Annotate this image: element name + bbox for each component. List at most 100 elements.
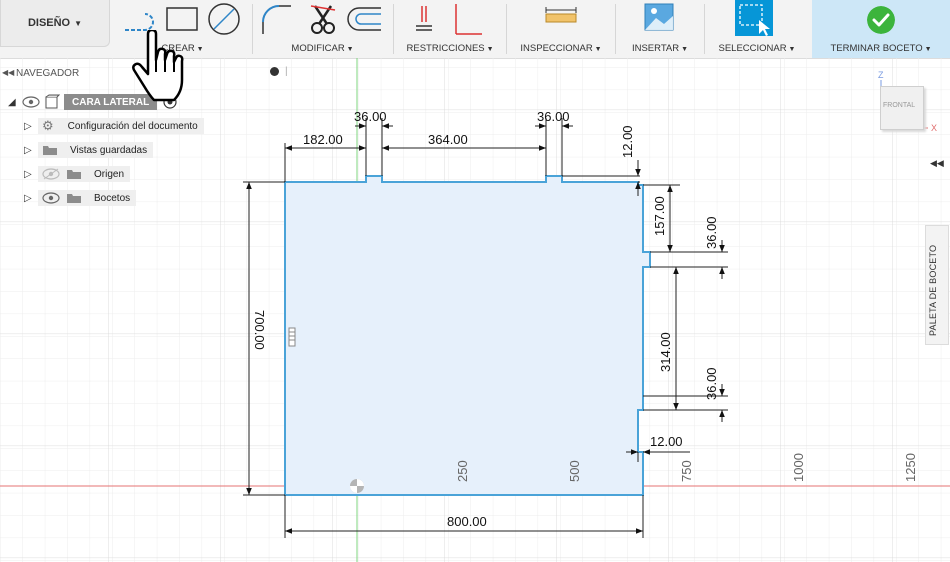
hand-cursor-icon: [132, 30, 184, 102]
chevron-down-icon: ▼: [344, 46, 354, 53]
select-tools: [735, 0, 773, 36]
offset-tool-icon[interactable]: [347, 7, 381, 31]
gear-icon: ⚙: [42, 118, 54, 133]
navigator-item-label: Origen: [94, 168, 125, 180]
expand-triangle-icon[interactable]: ◢: [8, 97, 22, 108]
workspace-design-button[interactable]: DISEÑO ▼: [0, 0, 110, 47]
insert-group[interactable]: INSERTAR ▼: [618, 0, 702, 58]
inspect-group[interactable]: INSPECCIONAR ▼: [509, 0, 613, 58]
constraints-label: RESTRICCIONES: [406, 43, 485, 54]
chevron-down-icon: ▼: [679, 46, 689, 53]
finish-text: TERMINAR BOCETO: [830, 43, 923, 54]
expand-triangle-icon[interactable]: ▷: [24, 193, 38, 204]
arc-tool-icon[interactable]: [125, 13, 154, 31]
constraint-tools: [416, 4, 482, 35]
fix-constraint-icon[interactable]: [455, 4, 482, 35]
measure-ruler-icon[interactable]: [545, 7, 577, 23]
separator: [704, 4, 705, 54]
expand-palette-icon[interactable]: ◀◀: [930, 158, 944, 169]
dimension-314[interactable]: 314.00: [658, 332, 673, 372]
dimension-157[interactable]: 157.00: [652, 196, 667, 236]
group-label: MODIFICAR ▼: [255, 43, 390, 54]
circle-tool-icon[interactable]: [208, 3, 240, 35]
axis-tick-label: 500: [567, 460, 582, 482]
axis-tick-label: 1000: [791, 453, 806, 482]
axis-x-label: X: [931, 123, 937, 133]
navigator-item-doc-settings[interactable]: ▷ ⚙ Configuración del documento: [24, 117, 204, 135]
chevron-down-icon: ▼: [74, 18, 83, 28]
pin-icon[interactable]: [270, 67, 279, 76]
axis-tick-label: 250: [455, 460, 470, 482]
dimension-364[interactable]: 364.00: [428, 132, 468, 147]
insert-image-icon[interactable]: [644, 3, 674, 31]
navigator-item-label: Bocetos: [94, 192, 131, 204]
window-select-icon[interactable]: [735, 0, 773, 36]
viewcube-face-label: FRONTAL: [883, 102, 916, 109]
inspect-label: INSPECCIONAR: [520, 43, 593, 54]
constraints-group[interactable]: RESTRICCIONES ▼: [396, 0, 504, 58]
group-label: RESTRICCIONES ▼: [396, 43, 504, 54]
dimension-800[interactable]: 800.00: [447, 514, 487, 529]
expand-triangle-icon[interactable]: ▷: [24, 169, 38, 180]
dimension-36-top-right[interactable]: 36.00: [537, 109, 570, 124]
dimension-182[interactable]: 182.00: [303, 132, 343, 147]
group-label: SELECCIONAR ▼: [707, 43, 807, 54]
trim-scissors-icon[interactable]: [310, 5, 336, 34]
fillet-tool-icon[interactable]: [262, 5, 291, 34]
dimension-12-bottom[interactable]: 12.00: [650, 434, 683, 449]
expand-triangle-icon[interactable]: ▷: [24, 145, 38, 156]
eye-hidden-icon[interactable]: [42, 168, 60, 180]
constraint-glyph-icon[interactable]: [288, 327, 296, 347]
sketch-palette-label: PALETA DE BOCETO: [928, 244, 938, 336]
sketch-profile[interactable]: [284, 175, 651, 496]
navigator-item-sketches[interactable]: ▷ Bocetos: [24, 189, 137, 207]
dimension-700[interactable]: 700.00: [252, 310, 267, 350]
insert-label: INSERTAR: [631, 43, 680, 54]
coincident-constraint-icon[interactable]: [416, 6, 432, 31]
expand-triangle-icon[interactable]: ▷: [24, 121, 38, 132]
modify-tools: [262, 5, 381, 34]
folder-icon: [67, 194, 81, 203]
axis-tick-label: 750: [679, 460, 694, 482]
viewcube[interactable]: FRONTAL: [880, 86, 924, 130]
group-label: INSPECCIONAR ▼: [509, 43, 613, 54]
dimension-12-top[interactable]: 12.00: [620, 125, 635, 158]
workspace-label: DISEÑO: [27, 17, 71, 29]
modify-group[interactable]: MODIFICAR ▼: [255, 0, 390, 58]
separator: [252, 4, 253, 54]
inspect-tools: [545, 7, 577, 23]
navigator-title: NAVEGADOR: [16, 68, 80, 79]
group-label: INSERTAR ▼: [618, 43, 702, 54]
chevron-down-icon: ▼: [922, 46, 932, 53]
modify-label: MODIFICAR: [291, 43, 345, 54]
dimension-36-right-lower[interactable]: 36.00: [704, 367, 719, 400]
divider-icon: |: [285, 66, 288, 77]
eye-icon[interactable]: [22, 96, 40, 108]
navigator-item-label: Configuración del documento: [67, 120, 198, 132]
axis-tick-label: 1250: [903, 453, 918, 482]
finish-sketch-button[interactable]: TERMINAR BOCETO ▼: [812, 0, 950, 58]
rectangle-tool-icon[interactable]: [166, 7, 198, 31]
axis-z-label: Z: [878, 70, 884, 80]
select-label: SELECCIONAR: [718, 43, 787, 54]
finish-label: TERMINAR BOCETO ▼: [812, 43, 950, 54]
eye-icon[interactable]: [42, 192, 60, 204]
chevron-down-icon: ▼: [592, 46, 602, 53]
navigator-item-saved-views[interactable]: ▷ Vistas guardadas: [24, 141, 154, 159]
chevron-down-icon: ▼: [484, 46, 494, 53]
folder-icon: [67, 170, 81, 179]
origin-point-icon[interactable]: [350, 479, 364, 493]
select-group[interactable]: SELECCIONAR ▼: [707, 0, 807, 58]
navigator-item-label: Vistas guardadas: [70, 144, 148, 156]
dimension-36-right-upper[interactable]: 36.00: [704, 216, 719, 249]
checkmark-icon: [867, 6, 895, 34]
collapse-arrow-icon[interactable]: ◀◀: [2, 68, 14, 77]
separator: [615, 4, 616, 54]
component-icon: [45, 94, 60, 109]
folder-icon: [43, 146, 57, 155]
navigator-item-origin[interactable]: ▷ Origen: [24, 165, 131, 183]
sketch-palette-tab[interactable]: PALETA DE BOCETO: [925, 225, 949, 345]
chevron-down-icon: ▼: [786, 46, 796, 53]
dimension-36-top-left[interactable]: 36.00: [354, 109, 387, 124]
separator: [393, 4, 394, 54]
